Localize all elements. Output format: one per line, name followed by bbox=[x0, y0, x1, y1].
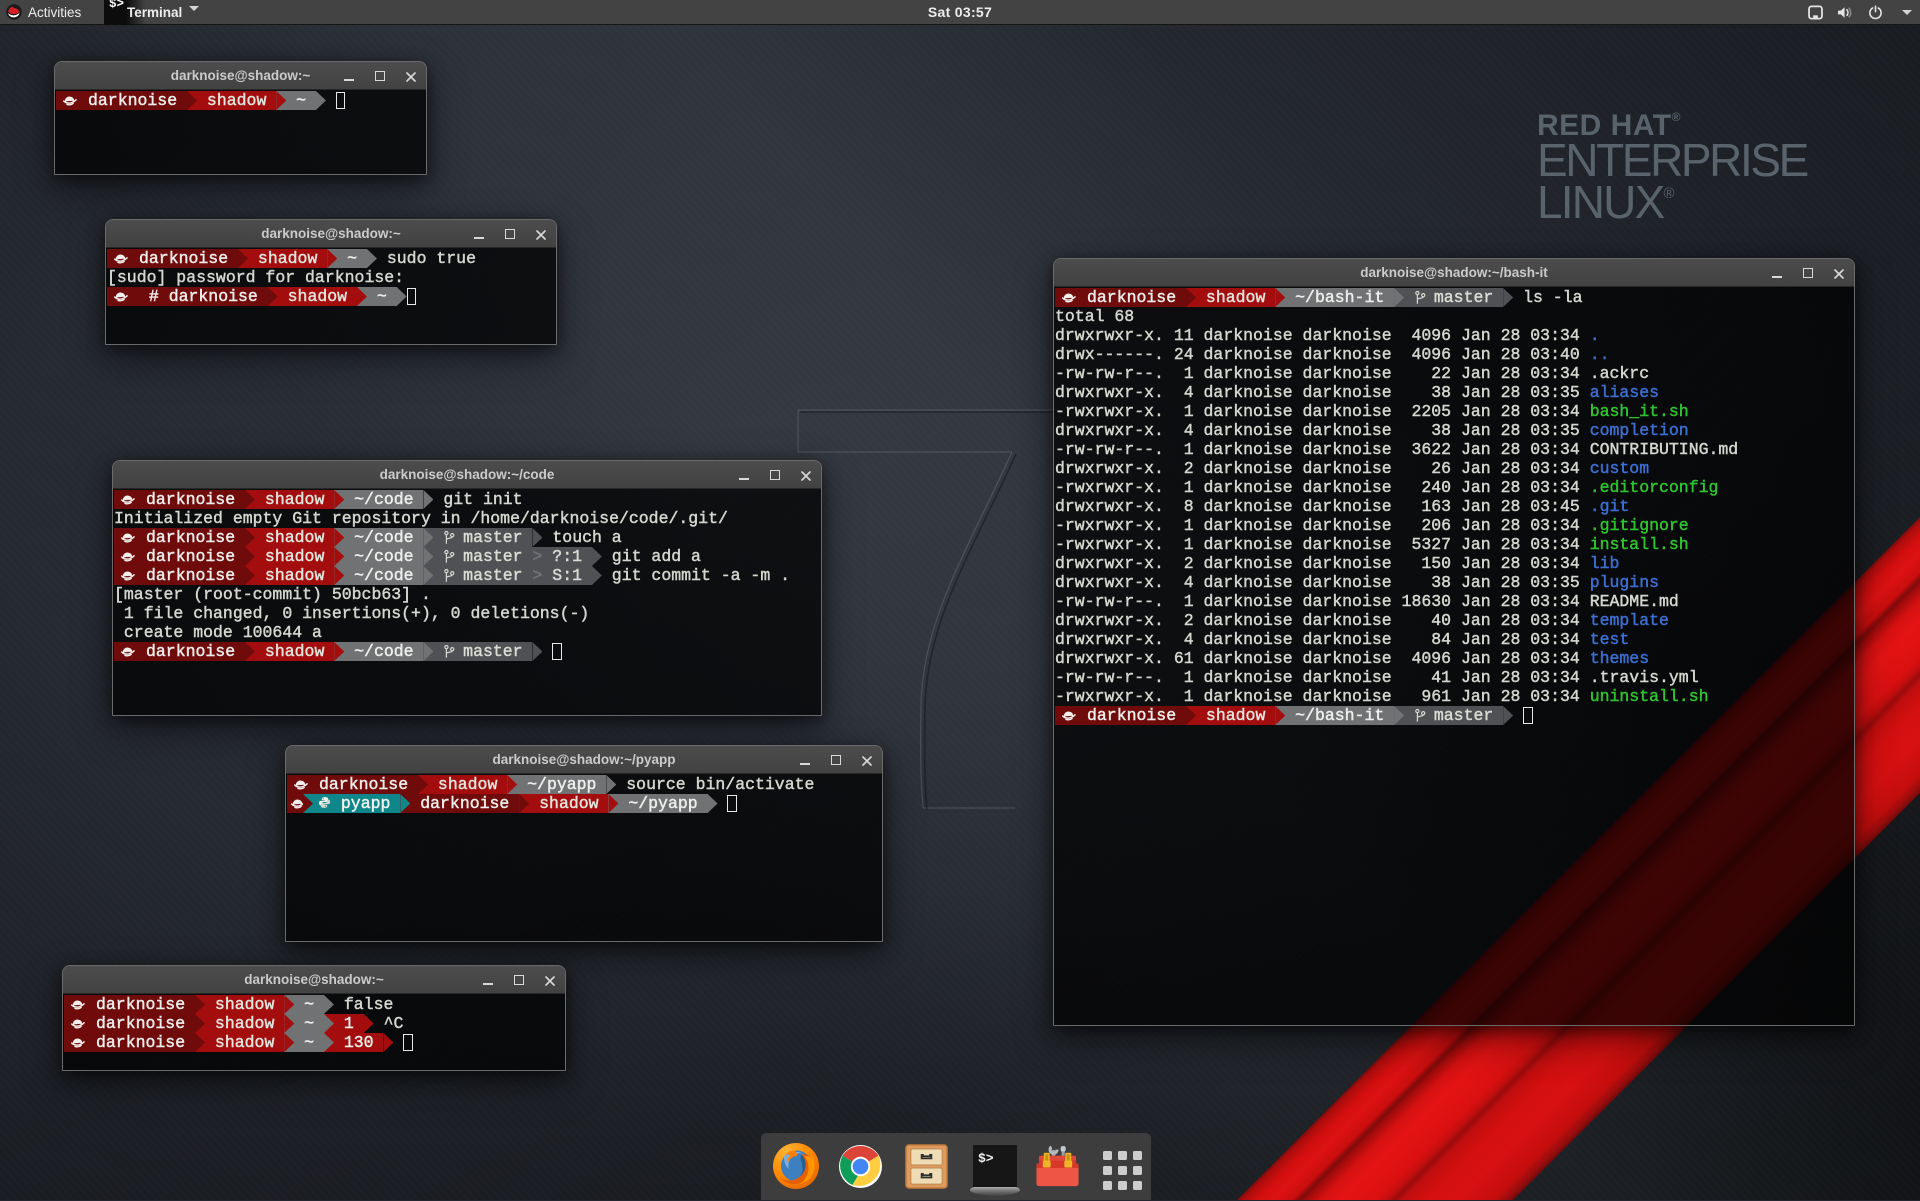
svg-text:$>: $> bbox=[978, 1151, 994, 1166]
